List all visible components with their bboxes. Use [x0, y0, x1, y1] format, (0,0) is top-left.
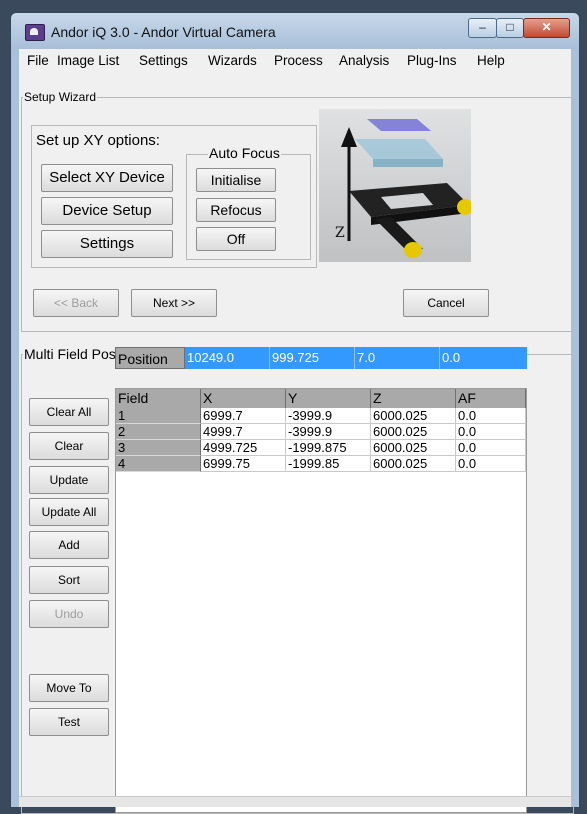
menu-settings[interactable]: Settings	[139, 53, 188, 68]
update-all-button[interactable]: Update All	[29, 498, 109, 526]
position-row: Position 10249.0 999.725 7.0 0.0	[115, 347, 527, 369]
undo-button[interactable]: Undo	[29, 600, 109, 628]
row-label[interactable]: 1	[116, 408, 201, 424]
table-cell[interactable]: 6000.025	[371, 408, 456, 424]
column-header-field[interactable]: Field	[116, 389, 201, 408]
column-header-y[interactable]: Y	[286, 389, 371, 408]
autofocus-label: Auto Focus	[208, 145, 281, 161]
table-cell[interactable]: 6000.025	[371, 456, 456, 472]
position-af[interactable]: 0.0	[440, 347, 527, 369]
next-button[interactable]: Next >>	[131, 289, 217, 317]
position-y[interactable]: 999.725	[270, 347, 355, 369]
z-axis-label: Z	[335, 225, 345, 241]
device-setup-button[interactable]: Device Setup	[41, 197, 173, 225]
row-label[interactable]: 3	[116, 440, 201, 456]
row-label[interactable]: 4	[116, 456, 201, 472]
window-title: Andor iQ 3.0 - Andor Virtual Camera	[51, 24, 276, 40]
title-bar[interactable]: Andor iQ 3.0 - Andor Virtual Camera – □ …	[11, 13, 579, 49]
app-icon	[25, 24, 45, 41]
menu-file[interactable]: File	[27, 53, 49, 68]
sort-button[interactable]: Sort	[29, 566, 109, 594]
setup-wizard-label: Setup Wizard	[23, 90, 98, 104]
table-cell[interactable]: -3999.9	[286, 424, 371, 440]
fields-table[interactable]: Field X Y Z AF 1 6999.7 -3999.9 6000.025…	[115, 388, 527, 813]
table-cell[interactable]: -1999.85	[286, 456, 371, 472]
status-bar	[19, 796, 571, 807]
settings-button[interactable]: Settings	[41, 230, 173, 258]
client-area: File Image List Settings Wizards Process…	[19, 49, 574, 814]
menu-help[interactable]: Help	[477, 53, 505, 68]
minimize-button[interactable]: –	[468, 18, 497, 38]
table-cell[interactable]: 0.0	[456, 456, 526, 472]
column-header-z[interactable]: Z	[371, 389, 456, 408]
table-cell[interactable]: 0.0	[456, 440, 526, 456]
position-z[interactable]: 7.0	[355, 347, 440, 369]
back-button[interactable]: << Back	[33, 289, 119, 317]
stage-drawing: Z	[319, 109, 471, 262]
maximize-button[interactable]: □	[496, 18, 524, 38]
add-button[interactable]: Add	[29, 531, 109, 559]
menu-wizards[interactable]: Wizards	[208, 53, 257, 68]
row-label[interactable]: 2	[116, 424, 201, 440]
table-cell[interactable]: 4999.7	[201, 424, 286, 440]
menu-analysis[interactable]: Analysis	[339, 53, 389, 68]
column-header-af[interactable]: AF	[456, 389, 526, 408]
refocus-button[interactable]: Refocus	[196, 198, 276, 222]
table-cell[interactable]: 6999.75	[201, 456, 286, 472]
off-button[interactable]: Off	[196, 227, 276, 251]
xy-stage-illustration: Z	[319, 109, 471, 262]
position-label: Position	[115, 347, 185, 369]
table-cell[interactable]: 0.0	[456, 408, 526, 424]
initialise-button[interactable]: Initialise	[196, 168, 276, 192]
menu-plug-ins[interactable]: Plug-Ins	[407, 53, 457, 68]
menu-image-list[interactable]: Image List	[57, 53, 119, 68]
menu-process[interactable]: Process	[274, 53, 323, 68]
table-cell[interactable]: 4999.725	[201, 440, 286, 456]
move-to-button[interactable]: Move To	[29, 674, 109, 702]
position-x[interactable]: 10249.0	[185, 347, 270, 369]
table-cell[interactable]: 0.0	[456, 424, 526, 440]
xy-options-label: Set up XY options:	[36, 132, 160, 149]
table-cell[interactable]: 6999.7	[201, 408, 286, 424]
table-cell[interactable]: 6000.025	[371, 440, 456, 456]
select-xy-device-button[interactable]: Select XY Device	[41, 164, 173, 192]
cancel-button[interactable]: Cancel	[403, 289, 489, 317]
update-button[interactable]: Update	[29, 466, 109, 494]
test-button[interactable]: Test	[29, 708, 109, 736]
table-cell[interactable]: 6000.025	[371, 424, 456, 440]
table-cell[interactable]: -3999.9	[286, 408, 371, 424]
clear-button[interactable]: Clear	[29, 432, 109, 460]
column-header-x[interactable]: X	[201, 389, 286, 408]
menu-bar: File Image List Settings Wizards Process…	[19, 49, 571, 69]
main-window: Andor iQ 3.0 - Andor Virtual Camera – □ …	[10, 12, 580, 814]
close-button[interactable]: ✕	[523, 18, 570, 38]
clear-all-button[interactable]: Clear All	[29, 398, 109, 426]
table-cell[interactable]: -1999.875	[286, 440, 371, 456]
